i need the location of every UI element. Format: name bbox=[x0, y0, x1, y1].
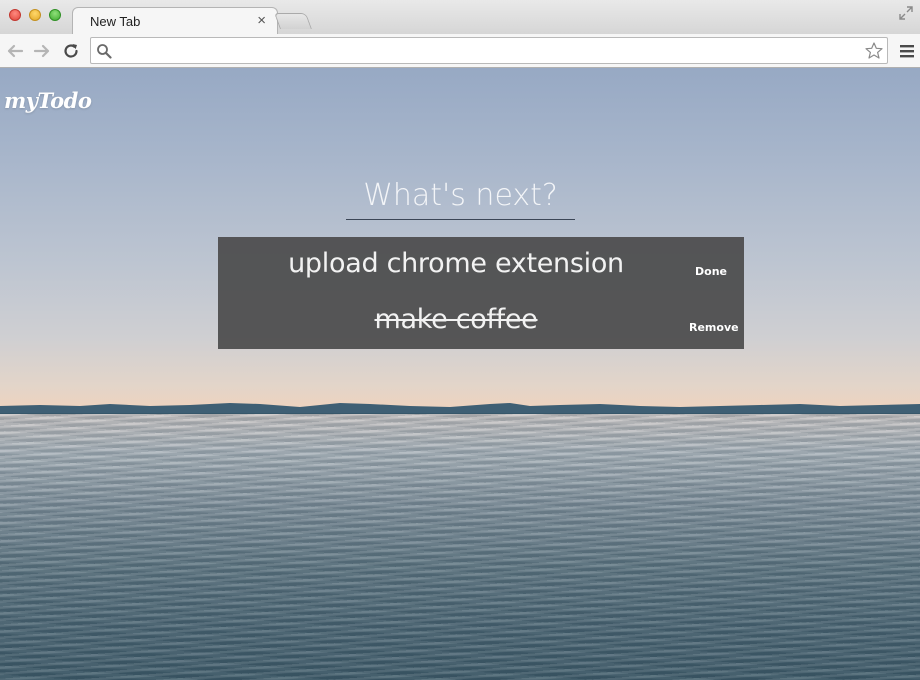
todo-item-text-completed: make coffee bbox=[374, 304, 538, 335]
todo-item: upload chrome extension Done bbox=[218, 237, 744, 293]
minimize-window-button[interactable] bbox=[29, 9, 41, 21]
done-button[interactable]: Done bbox=[695, 265, 727, 278]
background-water bbox=[0, 414, 920, 680]
todo-list: upload chrome extension Done make coffee… bbox=[218, 237, 744, 349]
tab-close-icon[interactable]: × bbox=[257, 12, 266, 29]
new-todo-input[interactable] bbox=[346, 172, 575, 220]
tab-new-tab[interactable]: New Tab × bbox=[72, 7, 278, 35]
remove-button[interactable]: Remove bbox=[689, 321, 739, 334]
app-logo: myTodo bbox=[4, 88, 92, 113]
new-tab-page: myTodo upload chrome extension Done make… bbox=[0, 68, 920, 680]
window-titlebar: New Tab × bbox=[0, 0, 920, 35]
hamburger-menu-icon[interactable] bbox=[899, 43, 915, 59]
zoom-window-button[interactable] bbox=[49, 9, 61, 21]
forward-arrow-icon[interactable] bbox=[33, 42, 51, 60]
bookmark-star-icon[interactable] bbox=[864, 41, 884, 61]
fullscreen-icon[interactable] bbox=[899, 6, 913, 20]
address-input[interactable] bbox=[117, 41, 857, 61]
back-arrow-icon[interactable] bbox=[6, 42, 24, 60]
new-tab-button[interactable] bbox=[274, 13, 312, 29]
search-icon bbox=[97, 44, 112, 59]
reload-icon[interactable] bbox=[62, 42, 80, 60]
todo-item-text: upload chrome extension bbox=[288, 248, 624, 279]
tab-title: New Tab bbox=[90, 14, 141, 29]
close-window-button[interactable] bbox=[9, 9, 21, 21]
todo-item: make coffee Remove bbox=[218, 293, 744, 349]
address-bar[interactable] bbox=[90, 37, 888, 64]
browser-toolbar bbox=[0, 34, 920, 68]
